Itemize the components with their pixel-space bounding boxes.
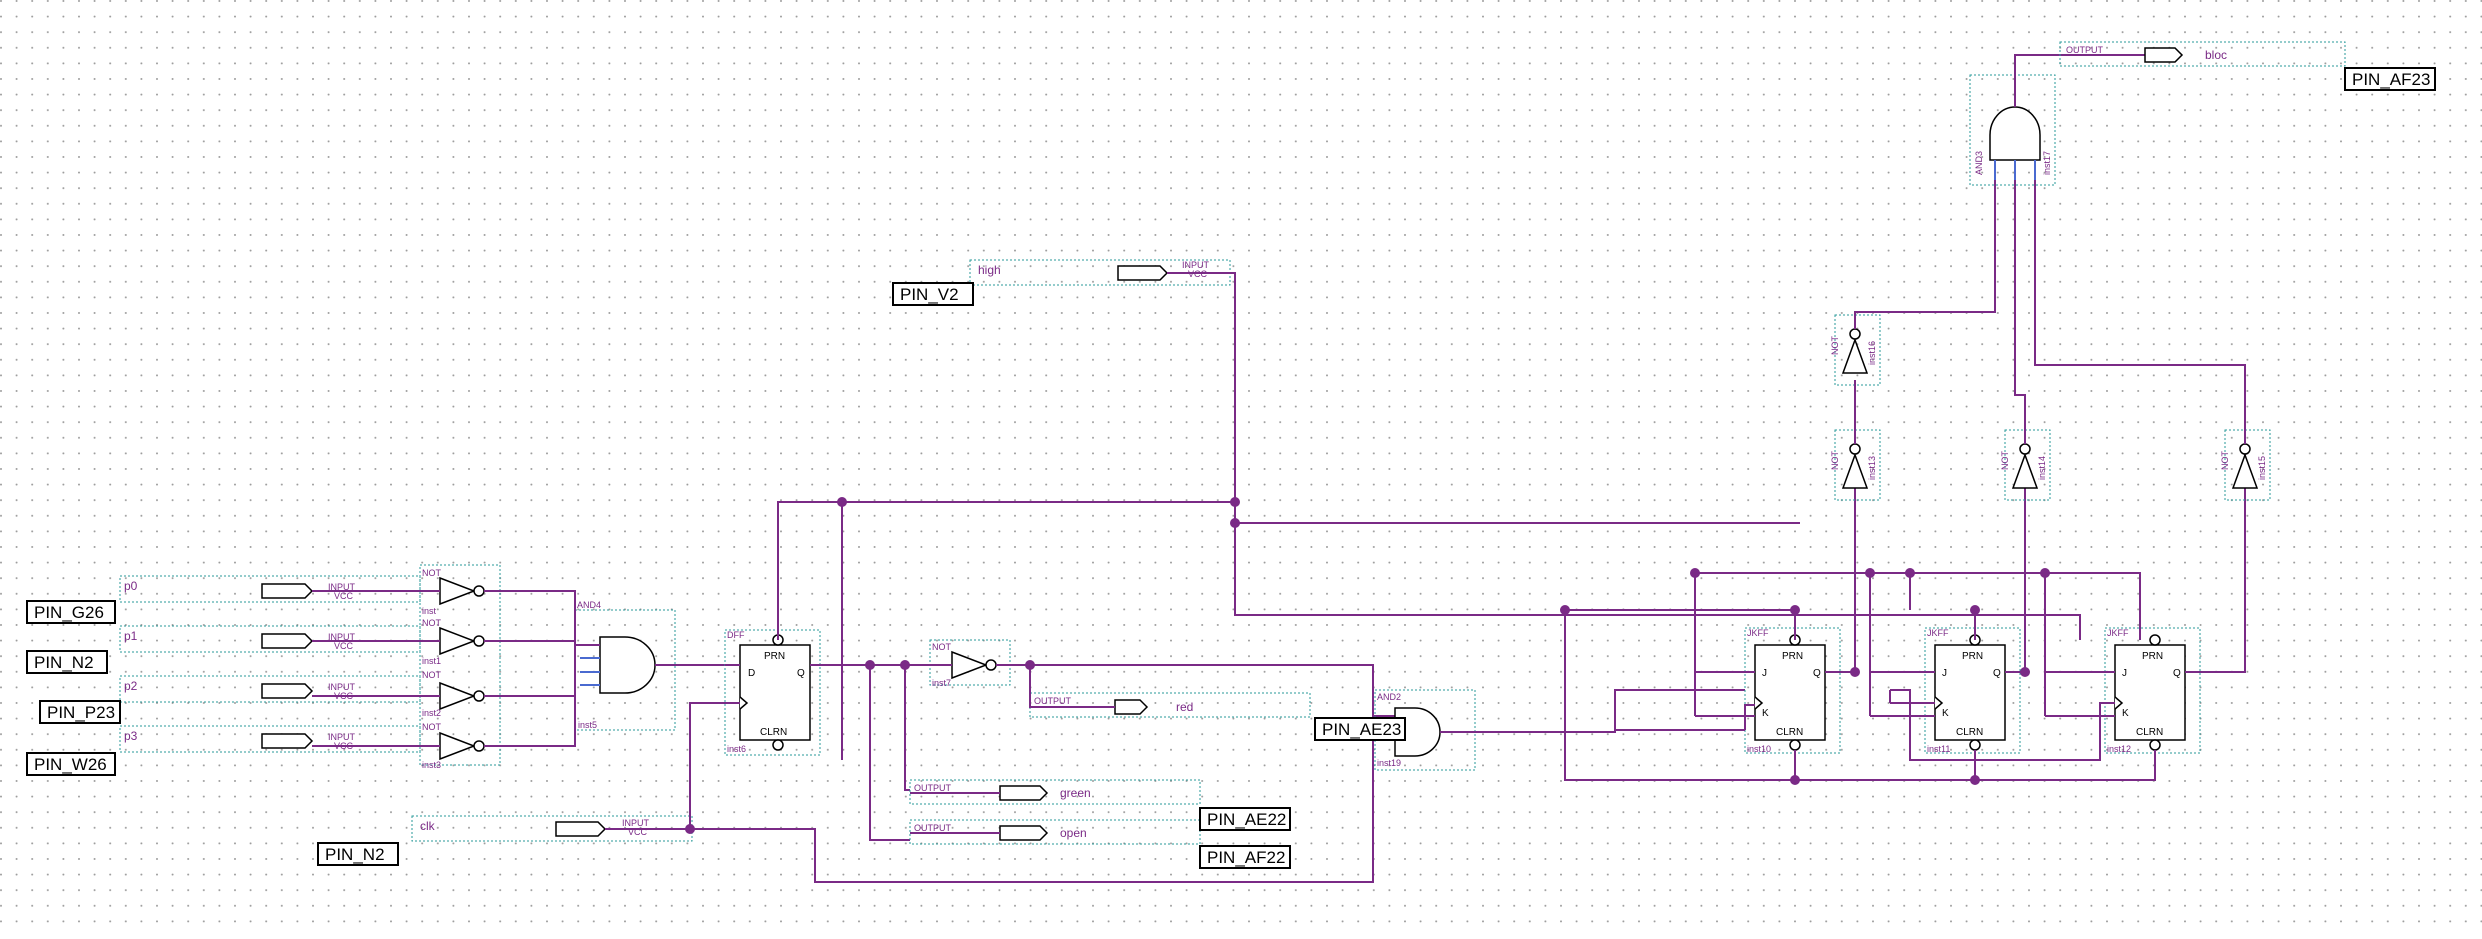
svg-text:p0: p0: [124, 579, 138, 593]
svg-text:D: D: [748, 668, 755, 679]
svg-text:PIN_N2: PIN_N2: [325, 845, 385, 864]
svg-text:CLRN: CLRN: [760, 727, 787, 738]
svg-text:NOT: NOT: [422, 618, 442, 628]
svg-text:AND2: AND2: [1377, 692, 1401, 702]
pin-label-n2-b: PIN_N2: [317, 842, 399, 866]
pin-label-g26: PIN_G26: [26, 600, 116, 624]
svg-text:K: K: [2122, 708, 2129, 719]
pin-label-ae22: PIN_AE22: [1199, 807, 1291, 831]
svg-text:NOT: NOT: [2220, 451, 2230, 471]
svg-text:inst19: inst19: [1377, 758, 1401, 768]
svg-text:inst14: inst14: [2037, 456, 2047, 480]
svg-text:NOT: NOT: [422, 722, 442, 732]
pin-label-af22: PIN_AF22: [1199, 845, 1291, 869]
dff-inst6: DFF PRN D Q CLRN inst6: [724, 629, 821, 756]
svg-text:inst13: inst13: [1867, 456, 1877, 480]
svg-text:Q: Q: [1813, 668, 1821, 679]
svg-text:NOT: NOT: [2000, 451, 2010, 471]
svg-text:inst15: inst15: [2257, 456, 2267, 480]
svg-text:K: K: [1942, 708, 1949, 719]
svg-text:CLRN: CLRN: [1956, 727, 1983, 738]
svg-text:NOT: NOT: [422, 568, 442, 578]
svg-text:JKFF: JKFF: [2107, 628, 2129, 638]
svg-text:Q: Q: [2173, 668, 2181, 679]
svg-text:inst: inst: [422, 606, 437, 616]
svg-text:CLRN: CLRN: [2136, 727, 2163, 738]
schematic-diagram: p0 INPUT VCC p1 INPUT VCC p2 INPUT VCC p…: [0, 0, 2482, 934]
svg-text:Q: Q: [1993, 668, 2001, 679]
svg-text:Q: Q: [797, 668, 805, 679]
svg-text:inst1: inst1: [422, 656, 441, 666]
svg-text:red: red: [1176, 700, 1193, 714]
svg-text:bloc: bloc: [2205, 48, 2227, 62]
pin-label-ae23: PIN_AE23: [1314, 717, 1406, 741]
jkff-inst11: JKFF PRN J Q K CLRN inst11: [1924, 627, 2021, 754]
svg-text:NOT: NOT: [1830, 336, 1840, 356]
svg-text:NOT: NOT: [1830, 451, 1840, 471]
svg-text:OUTPUT: OUTPUT: [914, 783, 952, 793]
svg-text:inst3: inst3: [422, 760, 441, 770]
svg-text:JKFF: JKFF: [1747, 628, 1769, 638]
pin-label-n2-a: PIN_N2: [26, 650, 108, 674]
svg-text:OUTPUT: OUTPUT: [2066, 45, 2104, 55]
pin-label-w26: PIN_W26: [26, 752, 116, 776]
svg-text:PRN: PRN: [764, 651, 785, 662]
svg-text:AND3: AND3: [1974, 151, 1984, 175]
pin-label-af23: PIN_AF23: [2344, 67, 2436, 91]
svg-text:p1: p1: [124, 629, 138, 643]
svg-text:NOT: NOT: [422, 670, 442, 680]
schematic-canvas: p0 INPUT VCC p1 INPUT VCC p2 INPUT VCC p…: [0, 0, 2482, 934]
svg-text:PRN: PRN: [2142, 651, 2163, 662]
svg-text:PIN_N2: PIN_N2: [34, 653, 94, 672]
svg-text:OUTPUT: OUTPUT: [914, 823, 952, 833]
svg-text:VCC: VCC: [334, 591, 354, 601]
svg-text:J: J: [1942, 668, 1947, 679]
svg-text:inst11: inst11: [1927, 744, 1950, 754]
svg-text:PRN: PRN: [1962, 651, 1983, 662]
svg-text:J: J: [2122, 668, 2127, 679]
svg-text:PRN: PRN: [1782, 651, 1803, 662]
grid-background: [0, 0, 2482, 934]
svg-text:K: K: [1762, 708, 1769, 719]
svg-text:NOT: NOT: [932, 642, 952, 652]
svg-text:PIN_V2: PIN_V2: [900, 285, 959, 304]
svg-text:PIN_G26: PIN_G26: [34, 603, 104, 622]
svg-text:PIN_W26: PIN_W26: [34, 755, 107, 774]
svg-text:inst2: inst2: [422, 708, 441, 718]
svg-text:PIN_AE22: PIN_AE22: [1207, 810, 1286, 829]
svg-text:PIN_AF23: PIN_AF23: [2352, 70, 2430, 89]
svg-text:inst6: inst6: [727, 744, 746, 754]
svg-text:clk: clk: [420, 819, 436, 833]
svg-text:high: high: [978, 263, 1001, 277]
svg-text:open: open: [1060, 826, 1087, 840]
svg-text:PIN_AF22: PIN_AF22: [1207, 848, 1285, 867]
svg-text:PIN_P23: PIN_P23: [47, 703, 115, 722]
svg-text:inst12: inst12: [2107, 744, 2131, 754]
svg-text:inst16: inst16: [1867, 341, 1877, 365]
svg-text:inst5: inst5: [578, 720, 597, 730]
jkff-inst10: JKFF PRN J Q K CLRN inst10: [1744, 627, 1841, 754]
svg-text:J: J: [1762, 668, 1767, 679]
svg-text:CLRN: CLRN: [1776, 727, 1803, 738]
svg-text:DFF: DFF: [727, 630, 745, 640]
pin-label-v2: PIN_V2: [892, 282, 974, 306]
svg-text:green: green: [1060, 786, 1091, 800]
svg-text:OUTPUT: OUTPUT: [1034, 696, 1072, 706]
svg-text:p2: p2: [124, 679, 138, 693]
svg-text:JKFF: JKFF: [1927, 628, 1949, 638]
svg-text:inst7: inst7: [932, 678, 951, 688]
jkff-inst12: JKFF PRN J Q K CLRN inst12: [2104, 627, 2201, 754]
svg-text:AND4: AND4: [577, 600, 601, 610]
svg-text:p3: p3: [124, 729, 138, 743]
pin-label-p23: PIN_P23: [39, 700, 121, 724]
svg-text:PIN_AE23: PIN_AE23: [1322, 720, 1401, 739]
svg-text:inst17: inst17: [2042, 151, 2052, 175]
svg-text:inst10: inst10: [1747, 744, 1771, 754]
svg-text:VCC: VCC: [334, 641, 354, 651]
